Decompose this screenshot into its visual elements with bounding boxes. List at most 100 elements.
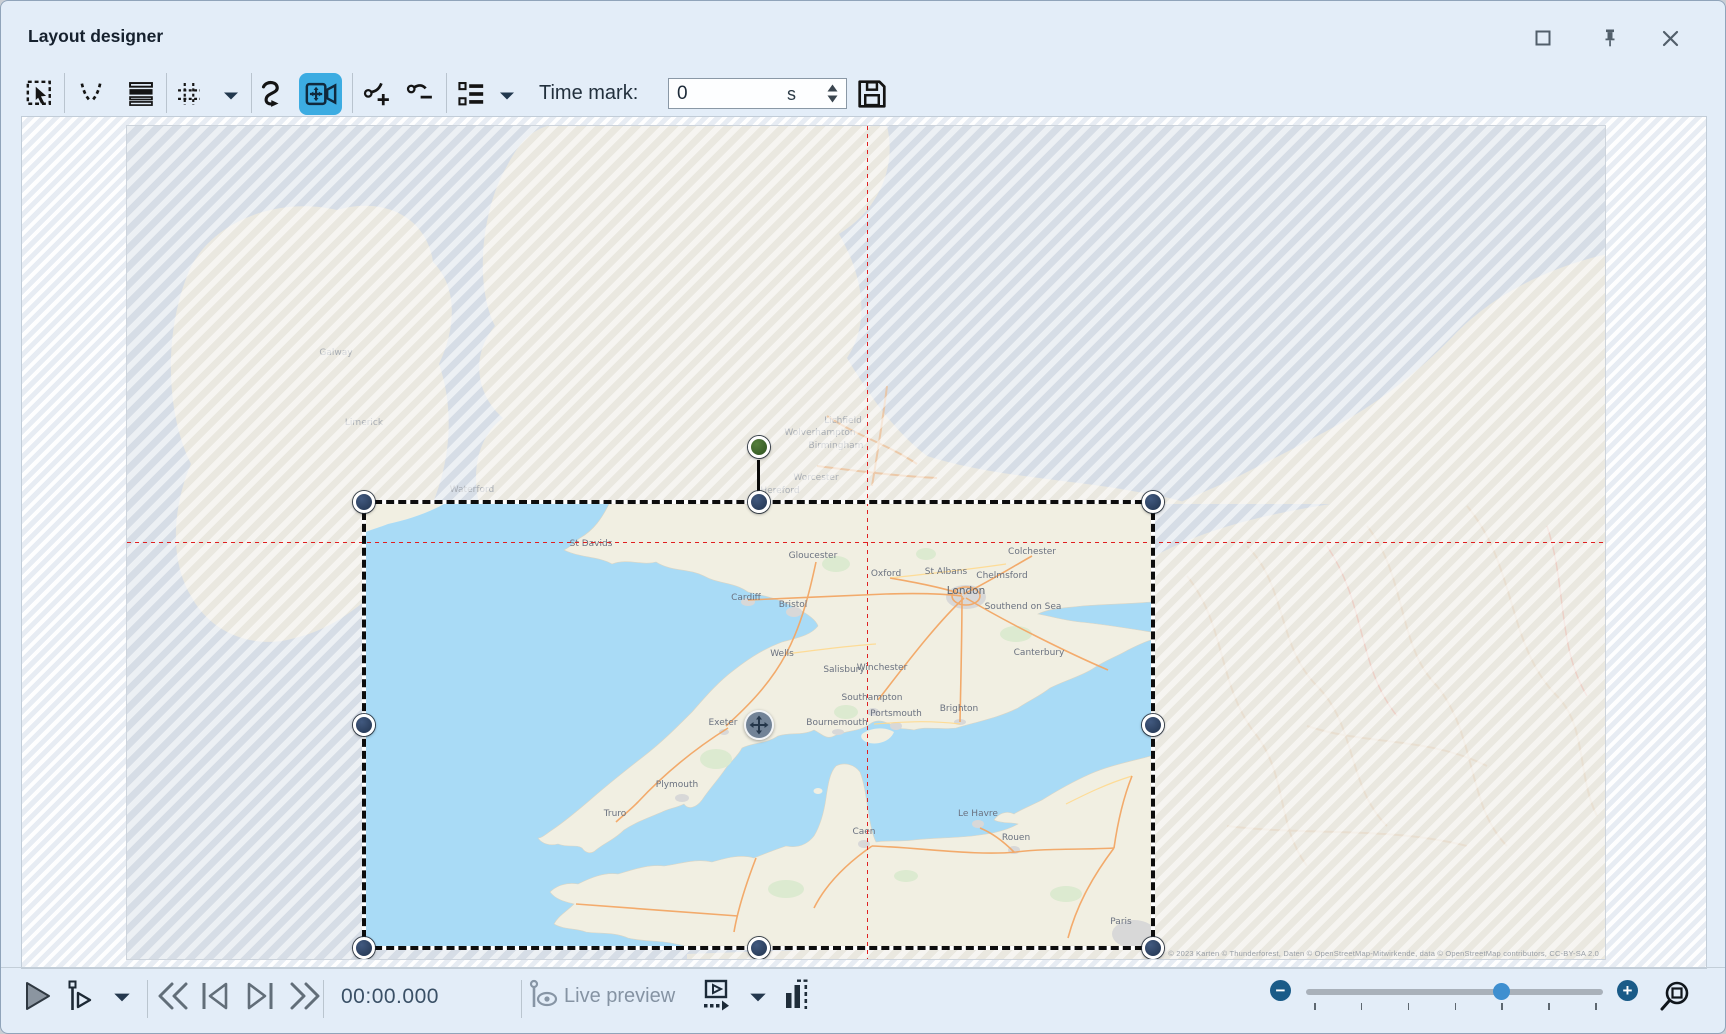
- skip-to-start-icon: [200, 981, 230, 1011]
- resize-handle-bottom-right[interactable]: [1142, 937, 1164, 959]
- toolbar-separator: [166, 73, 167, 113]
- spinner-down-icon[interactable]: [827, 95, 838, 103]
- playback-separator: [323, 980, 324, 1018]
- zoom-fit-button[interactable]: [1659, 980, 1691, 1012]
- resize-handle-bottom-left[interactable]: [353, 937, 375, 959]
- live-preview-label[interactable]: Live preview: [564, 985, 675, 1008]
- resize-handle-bottom-center[interactable]: [748, 937, 770, 959]
- chevron-down-icon: [749, 992, 767, 1003]
- play-options-caret[interactable]: [113, 992, 131, 1003]
- live-preview-icon: [529, 979, 559, 1011]
- resize-handle-top-left[interactable]: [353, 491, 375, 513]
- statistics-button[interactable]: [785, 979, 809, 1011]
- time-mark-input[interactable]: 0 s: [668, 78, 847, 109]
- remove-keyframe-button[interactable]: [401, 75, 439, 113]
- node-select-icon: [77, 80, 105, 108]
- skip-to-start-button[interactable]: [200, 981, 230, 1011]
- pin-icon: [1602, 29, 1618, 47]
- toolbar: Time mark: 0 s: [1, 59, 1725, 116]
- layer-list-button[interactable]: [452, 75, 490, 113]
- play-from-marker-icon: [67, 980, 93, 1012]
- chevron-down-icon: [113, 992, 131, 1003]
- select-tool-icon: [26, 80, 54, 108]
- zoom-slider[interactable]: [1306, 988, 1603, 1014]
- playback-separator: [147, 980, 148, 1018]
- time-display: 00:00.000: [341, 985, 451, 1009]
- play-from-marker-button[interactable]: [67, 980, 93, 1012]
- rotation-handle[interactable]: [748, 436, 770, 458]
- toolbar-separator: [251, 73, 252, 113]
- skip-to-end-icon: [245, 981, 275, 1011]
- render-preview-button[interactable]: [701, 979, 731, 1011]
- add-keyframe-button[interactable]: [358, 75, 396, 113]
- spinner-up-icon[interactable]: [827, 84, 838, 92]
- grid-icon: [175, 80, 203, 108]
- layers-icon: [127, 80, 155, 108]
- fast-forward-icon: [289, 981, 321, 1011]
- time-mark-label: Time mark:: [539, 82, 638, 105]
- chevron-down-icon: [499, 91, 515, 101]
- route-curve-tool-button[interactable]: [253, 75, 291, 113]
- layout-designer-window: Layout designer: [0, 0, 1726, 1034]
- grid-dropdown-caret[interactable]: [223, 88, 239, 106]
- play-button[interactable]: [25, 981, 51, 1011]
- zoom-slider-thumb[interactable]: [1493, 983, 1510, 1000]
- map-attribution: © 2023 Karten © Thunderforest, Daten © O…: [1168, 949, 1599, 958]
- save-icon: [856, 78, 888, 110]
- save-button[interactable]: [853, 75, 891, 113]
- video-frame-area[interactable]: GalwayLimerickWaterfordHerefordWorcester…: [126, 125, 1606, 960]
- fast-rewind-button[interactable]: [157, 981, 189, 1011]
- zoom-slider-tick: [1314, 1003, 1316, 1010]
- resize-handle-top-center[interactable]: [748, 491, 770, 513]
- add-keyframe-icon: [362, 79, 392, 109]
- render-options-caret[interactable]: [749, 992, 767, 1003]
- remove-keyframe-icon: [405, 79, 435, 109]
- list-dropdown-caret[interactable]: [499, 88, 515, 106]
- chevron-down-icon: [223, 91, 239, 101]
- zoom-slider-tick: [1595, 1003, 1597, 1010]
- zoom-slider-tick: [1455, 1003, 1457, 1010]
- zoom-in-button[interactable]: +: [1617, 980, 1638, 1001]
- live-preview-toggle[interactable]: [529, 979, 559, 1011]
- resize-handle-top-right[interactable]: [1142, 491, 1164, 513]
- zoom-slider-tick: [1361, 1003, 1363, 1010]
- time-mark-value[interactable]: 0: [677, 83, 688, 105]
- skip-to-end-button[interactable]: [245, 981, 275, 1011]
- zoom-slider-tick: [1548, 1003, 1550, 1010]
- grid-tool-button[interactable]: [170, 75, 208, 113]
- curve-icon: [257, 79, 287, 109]
- zoom-out-button[interactable]: −: [1270, 980, 1291, 1001]
- zoom-slider-tick: [1501, 1003, 1503, 1010]
- playback-bar: 00:00.000 Live preview: [1, 967, 1725, 1033]
- toolbar-separator: [64, 73, 65, 113]
- close-button[interactable]: [1655, 25, 1685, 51]
- layers-tool-button[interactable]: [122, 75, 160, 113]
- close-icon: [1662, 30, 1679, 47]
- camera-viewport-icon: [305, 80, 337, 108]
- toolbar-separator: [446, 73, 447, 113]
- fast-rewind-icon: [157, 981, 189, 1011]
- select-tool-button[interactable]: [21, 75, 59, 113]
- zoom-slider-track[interactable]: [1306, 989, 1603, 995]
- viewport-camera-tool-button[interactable]: [299, 73, 342, 115]
- render-preview-icon: [701, 979, 731, 1011]
- resize-handle-middle-right[interactable]: [1142, 714, 1164, 736]
- list-icon: [457, 80, 485, 108]
- play-icon: [25, 981, 51, 1011]
- time-mark-unit: s: [787, 84, 796, 105]
- statistics-bars-icon: [785, 979, 809, 1011]
- design-canvas[interactable]: GalwayLimerickWaterfordHerefordWorcester…: [21, 116, 1707, 969]
- window-title: Layout designer: [28, 26, 163, 47]
- maximize-icon: [1535, 30, 1551, 46]
- pin-button[interactable]: [1595, 25, 1625, 51]
- zoom-fit-icon: [1659, 980, 1691, 1012]
- time-mark-spinner[interactable]: [821, 80, 843, 107]
- maximize-button[interactable]: [1528, 25, 1558, 51]
- move-arrows-icon: [749, 715, 769, 735]
- toolbar-separator: [352, 73, 353, 113]
- selected-layer-frame[interactable]: [362, 500, 1155, 950]
- move-handle[interactable]: [744, 710, 774, 740]
- fast-forward-button[interactable]: [289, 981, 321, 1011]
- node-select-tool-button[interactable]: [72, 75, 110, 113]
- resize-handle-middle-left[interactable]: [353, 714, 375, 736]
